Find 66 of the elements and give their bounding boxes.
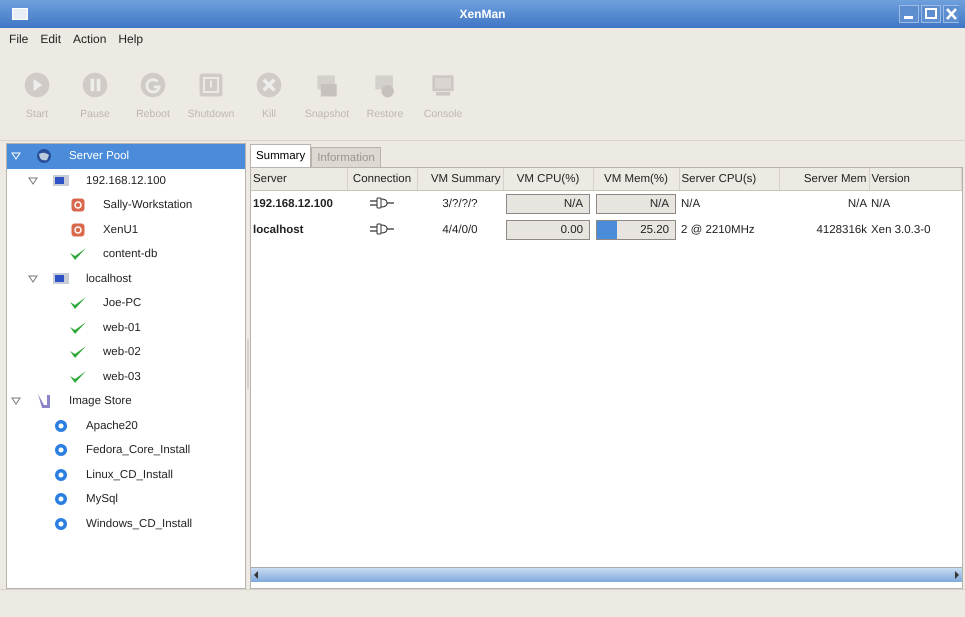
column-header[interactable]: Server xyxy=(251,168,347,190)
tree-item[interactable]: Image Store xyxy=(7,389,245,414)
tree-item[interactable]: web-03 xyxy=(7,364,245,389)
table-cell: 192.168.12.100 xyxy=(251,190,347,217)
maximize-button[interactable] xyxy=(921,5,941,23)
tree-item[interactable]: 192.168.12.100 xyxy=(7,168,245,193)
kill-icon xyxy=(254,70,284,100)
tree-item[interactable]: Joe-PC xyxy=(7,291,245,316)
table-cell-text: 2 @ 2210MHz xyxy=(680,223,756,238)
table-cell: N/A xyxy=(779,190,869,217)
column-header[interactable]: Server CPU(s) xyxy=(679,168,779,190)
menu-item[interactable]: Edit xyxy=(40,32,62,46)
minimize-button[interactable] xyxy=(899,5,919,23)
tab[interactable]: Summary xyxy=(250,144,312,167)
monitor-icon xyxy=(50,172,72,189)
usage-bar: 25.20 xyxy=(596,220,676,240)
window-icon xyxy=(12,8,28,20)
table-cell-text: 4/4/0/0 xyxy=(441,223,479,238)
menu-item[interactable]: Help xyxy=(118,32,144,46)
window-title: XenMan xyxy=(458,7,506,21)
tree-item[interactable]: Fedora_Core_Install xyxy=(7,438,245,462)
table-cell: N/A xyxy=(679,190,779,217)
check-icon xyxy=(67,345,89,360)
tree-item[interactable]: Windows_CD_Install xyxy=(7,512,245,536)
start-icon xyxy=(22,70,52,100)
tree-item[interactable]: XenU1 xyxy=(7,218,245,242)
splitter-handle[interactable] xyxy=(246,339,250,389)
scroll-right-icon[interactable] xyxy=(952,569,962,581)
column-header[interactable]: Server Mem xyxy=(779,168,869,190)
monitor-icon xyxy=(50,270,72,287)
plug-icon xyxy=(370,196,394,208)
menu-item[interactable]: File xyxy=(9,32,28,46)
plug-icon xyxy=(370,222,394,234)
usage-bar: N/A xyxy=(596,194,676,214)
close-button[interactable] xyxy=(943,5,959,23)
horizontal-scrollbar[interactable] xyxy=(251,567,962,582)
check-icon xyxy=(67,320,89,335)
menu-item[interactable]: Action xyxy=(73,32,106,46)
table-cell-text: 4128316k xyxy=(815,223,868,238)
expander-icon[interactable] xyxy=(28,274,38,284)
tree-item[interactable]: MySql xyxy=(7,487,245,512)
column-header[interactable]: VM CPU(%) xyxy=(503,168,593,190)
expander-icon[interactable] xyxy=(11,396,21,406)
column-header[interactable]: VM Mem(%) xyxy=(593,168,679,190)
tree-item[interactable]: web-01 xyxy=(7,316,245,340)
tree-item[interactable]: Apache20 xyxy=(7,414,245,438)
check-icon xyxy=(67,247,89,262)
tree-item[interactable]: Linux_CD_Install xyxy=(7,462,245,487)
column-header[interactable]: Version xyxy=(869,168,962,190)
table-cell: 3/?/?/? xyxy=(417,190,503,217)
check-icon xyxy=(67,370,89,384)
table-cell: N/A xyxy=(869,190,962,217)
reboot-icon xyxy=(138,70,168,100)
column-header[interactable]: VM Summary xyxy=(417,168,503,190)
table-cell-text: Xen 3.0.3-0 xyxy=(870,223,932,238)
tree-item[interactable]: web-02 xyxy=(7,340,245,364)
pause-icon xyxy=(80,70,110,100)
tree-item[interactable]: content-db xyxy=(7,242,245,266)
column-header[interactable]: Connection xyxy=(347,168,417,190)
check-icon xyxy=(67,296,89,310)
expander-icon[interactable] xyxy=(28,176,38,186)
tree-item[interactable]: localhost xyxy=(7,266,245,291)
tree-item[interactable]: Sally-Workstation xyxy=(7,193,245,218)
usage-bar: N/A xyxy=(506,194,590,214)
usage-bar: 0.00 xyxy=(506,220,590,240)
table-cell-text: localhost xyxy=(252,223,304,238)
